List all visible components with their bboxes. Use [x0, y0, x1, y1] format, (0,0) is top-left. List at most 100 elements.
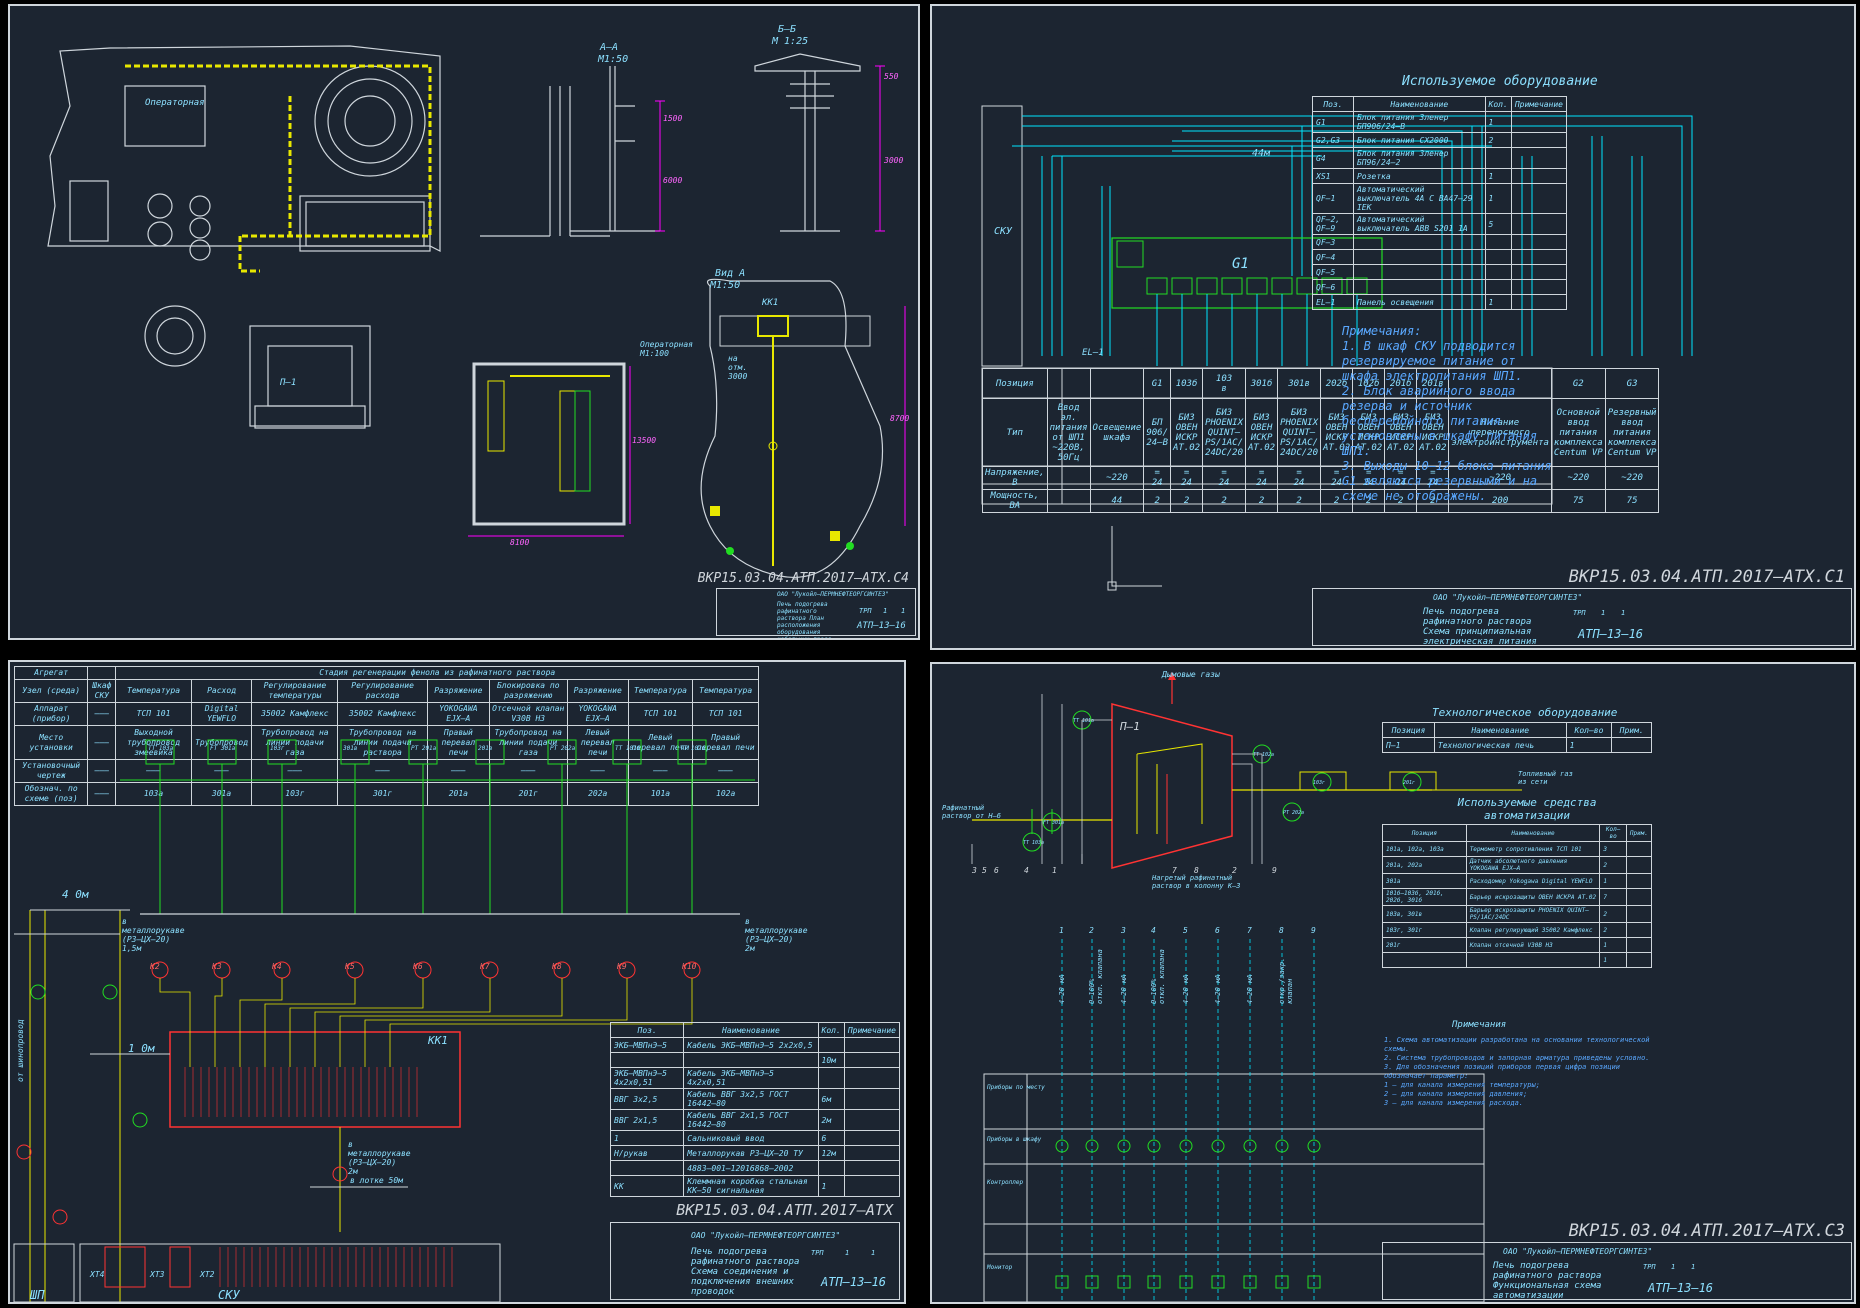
- sheet-power-schematic[interactable]: СКУ 44м G1 EL–1 Позиция G1 103б 103 в 301б 30…: [930, 4, 1856, 650]
- automation-header-cell: Прим.: [1625, 824, 1653, 842]
- junction-label: КК1: [428, 1034, 448, 1047]
- cable-spec-cell: Кабель ЭКБ–МВПнЭ–5 4х2х0,51: [683, 1067, 819, 1089]
- sku-panel-label: СКУ: [994, 226, 1013, 237]
- cable-spec-table: Поз. Наименование Кол. Примечание ЭКБ–МВПнЭ–…: [609, 1022, 901, 1197]
- equipment-cell: G2,G3: [1312, 132, 1354, 148]
- equipment-cell: 1: [1484, 168, 1512, 184]
- field-device: PT 201а: [408, 739, 438, 979]
- power-row-header: Напряжение, В: [982, 466, 1048, 490]
- power-cell: ~220: [1550, 466, 1606, 490]
- operator-room-plan: [472, 362, 626, 526]
- cable-spec-cell: [843, 1130, 901, 1146]
- automation-header-cell: Наименование: [1465, 824, 1601, 842]
- group-code: АТП–13–16: [821, 1275, 887, 1289]
- equipment-cell: Розетка: [1352, 168, 1486, 184]
- cable-spec-cell: Клеммная коробка стальная КК–50 сигнальн…: [683, 1175, 819, 1197]
- automation-row: 201а, 202а Датчик абсолютного давления YO…: [1382, 856, 1653, 874]
- group-code: АТП–13–16: [1648, 1281, 1714, 1295]
- equipment-cell: [1510, 234, 1568, 250]
- automation-cell: [1625, 873, 1653, 889]
- power-row-type: Тип Ввод эл. питания от ШП1 ~220В, 50Гц Ос…: [982, 398, 1660, 467]
- line-number: 6: [994, 866, 999, 875]
- stage: ТРП: [1643, 1263, 1656, 1271]
- heated-out-label: Нагретый рафинатный раствор в колонну К–…: [1152, 874, 1241, 890]
- automation-cell: [1625, 922, 1653, 938]
- automation-cell: Клапан регулирующий 35002 Камфлекс: [1465, 922, 1601, 938]
- power-row-pos: Позиция G1 103б 103 в 301б 301в 202б 102б 201б 20…: [982, 368, 1660, 399]
- power-consumers-table: Позиция G1 103б 103 в 301б 301в 202б 102б 201б 20…: [982, 368, 1660, 513]
- cable-tag: К4: [272, 962, 282, 971]
- equipment-cell: QF–3: [1312, 234, 1354, 250]
- title-block: ВКР15.03.04.АТП.2017–АТХ.С4 ОАО "Лукойл–…: [698, 571, 916, 638]
- equipment-cell: [1352, 264, 1486, 280]
- power-cell: G3: [1604, 368, 1660, 399]
- automation-row: 201г Клапан отсечной V30В НЗ 1: [1382, 937, 1653, 953]
- distance-4m: 4 0м: [62, 888, 89, 901]
- view-a-mark: на отм. 3000: [728, 354, 748, 381]
- automation-cell: [1625, 888, 1653, 906]
- automation-cell: 101б–103б, 201б, 202б, 301б: [1382, 888, 1467, 906]
- cable-spec-cell: 6: [817, 1130, 845, 1146]
- signal-type: 0–100% откл. клапана: [1150, 949, 1166, 1004]
- drawing-title: Печь подогрева рафинатного раствора Функ…: [1493, 1261, 1602, 1301]
- tech-equipment-table: Позиция Наименование Кол–во Прим. П–1 Техноло…: [1382, 722, 1652, 753]
- line-number: 5: [982, 866, 987, 875]
- cable-spec-cell: 12м: [817, 1145, 845, 1161]
- field-device-label: PT 201а: [411, 745, 437, 752]
- automation-row: 1: [1382, 952, 1653, 968]
- line-number: 8: [1194, 866, 1199, 875]
- equipment-row: QF–1 Автоматический выключатель 4А С ВА47…: [1312, 183, 1568, 214]
- automation-cell: 2: [1599, 856, 1627, 874]
- equipment-cell: [1510, 111, 1568, 133]
- sheet-functional-schematic[interactable]: ТТ 101а ТТ 102а PT 202а FT 301а ТТ 103а 103г 2…: [930, 662, 1856, 1304]
- cable-spec-cell: 4883–001–12016868–2002: [683, 1160, 819, 1176]
- cable-spec-cell: [609, 1052, 685, 1068]
- power-cell: = 24: [1169, 466, 1204, 490]
- power-cell: 75: [1604, 489, 1660, 513]
- instrument-tag: ТТ 101а: [1073, 718, 1094, 724]
- cable-spec-cell: Металлорукав РЗ–ЦХ–20 ТУ: [683, 1145, 819, 1161]
- cable-spec-cell: [843, 1175, 901, 1197]
- power-cell: G2: [1550, 368, 1606, 399]
- cable-spec-cell: 6м: [817, 1088, 845, 1110]
- instrument-bubble: PT 202а: [1282, 802, 1304, 822]
- cable-spec-header-cell: Наименование: [683, 1022, 819, 1038]
- aa-dim-1: 1500: [663, 114, 683, 123]
- sheet-number: 1: [845, 1249, 850, 1257]
- cable-spec-header-row: Поз. Наименование Кол. Примечание: [609, 1022, 901, 1038]
- note-item: 3. Для обозначения позиций приборов перв…: [1384, 1063, 1621, 1080]
- power-cell: 75: [1550, 489, 1606, 513]
- power-cell: 103 в: [1202, 368, 1246, 399]
- equipment-header-row: Поз. Наименование Кол. Примечание: [1312, 96, 1568, 112]
- equipment-cell: Блок питания Зленер БП906/24–В: [1352, 111, 1486, 133]
- automation-cell: [1625, 952, 1653, 968]
- equipment-header-cell: Кол.: [1484, 96, 1512, 112]
- cable-spec-row: 1 Сальниковый ввод 6: [609, 1130, 901, 1146]
- tech-equipment-row: П–1 Технологическая печь 1: [1382, 737, 1652, 753]
- sheet-connection-schematic[interactable]: Агрегат Стадия регенерации фенола из рафи…: [8, 660, 906, 1304]
- automation-cell: 201г: [1382, 937, 1467, 953]
- automation-row: 103г, 301г Клапан регулирующий 35002 Камф…: [1382, 922, 1653, 938]
- power-cell: 2: [1202, 489, 1246, 513]
- sheet-layout-plan[interactable]: Операторная А–А М1:50 Б–Б М 1:25 Вид А М…: [8, 4, 920, 640]
- equipment-cell: [1352, 249, 1486, 265]
- stage: ТРП: [859, 607, 872, 615]
- distance-1m: 1 0м: [128, 1042, 155, 1055]
- automation-cell: [1625, 856, 1653, 874]
- bus-length: 44м: [1252, 148, 1271, 159]
- cable-spec-row: 10м: [609, 1052, 901, 1068]
- power-row-header: Тип: [982, 398, 1048, 467]
- automation-cell: [1625, 905, 1653, 923]
- sheet-count: 1: [901, 607, 906, 615]
- signal-number: 6: [1215, 926, 1220, 935]
- automation-row: 101б–103б, 201б, 202б, 301б Барьер искроз…: [1382, 888, 1653, 906]
- power-cell: 103б: [1169, 368, 1204, 399]
- drawing-code: ВКР15.03.04.АТП.2017–АТХ.С3: [1568, 1221, 1845, 1241]
- view-a-outline: [700, 278, 884, 578]
- note-item: 1 – для канала измерения температуры;: [1384, 1081, 1540, 1089]
- automation-header-cell: Позиция: [1382, 824, 1467, 842]
- organization: ОАО "Лукойл–ПЕРМНЕФТЕОРГСИНТЕЗ": [691, 1231, 841, 1240]
- cable-spec-cell: Н/рукав: [609, 1145, 685, 1161]
- automation-cell: Расходомер Yokogawa Digital YEWFLO: [1465, 873, 1601, 889]
- note-item: 2 – для канала измерения давления;: [1384, 1090, 1528, 1098]
